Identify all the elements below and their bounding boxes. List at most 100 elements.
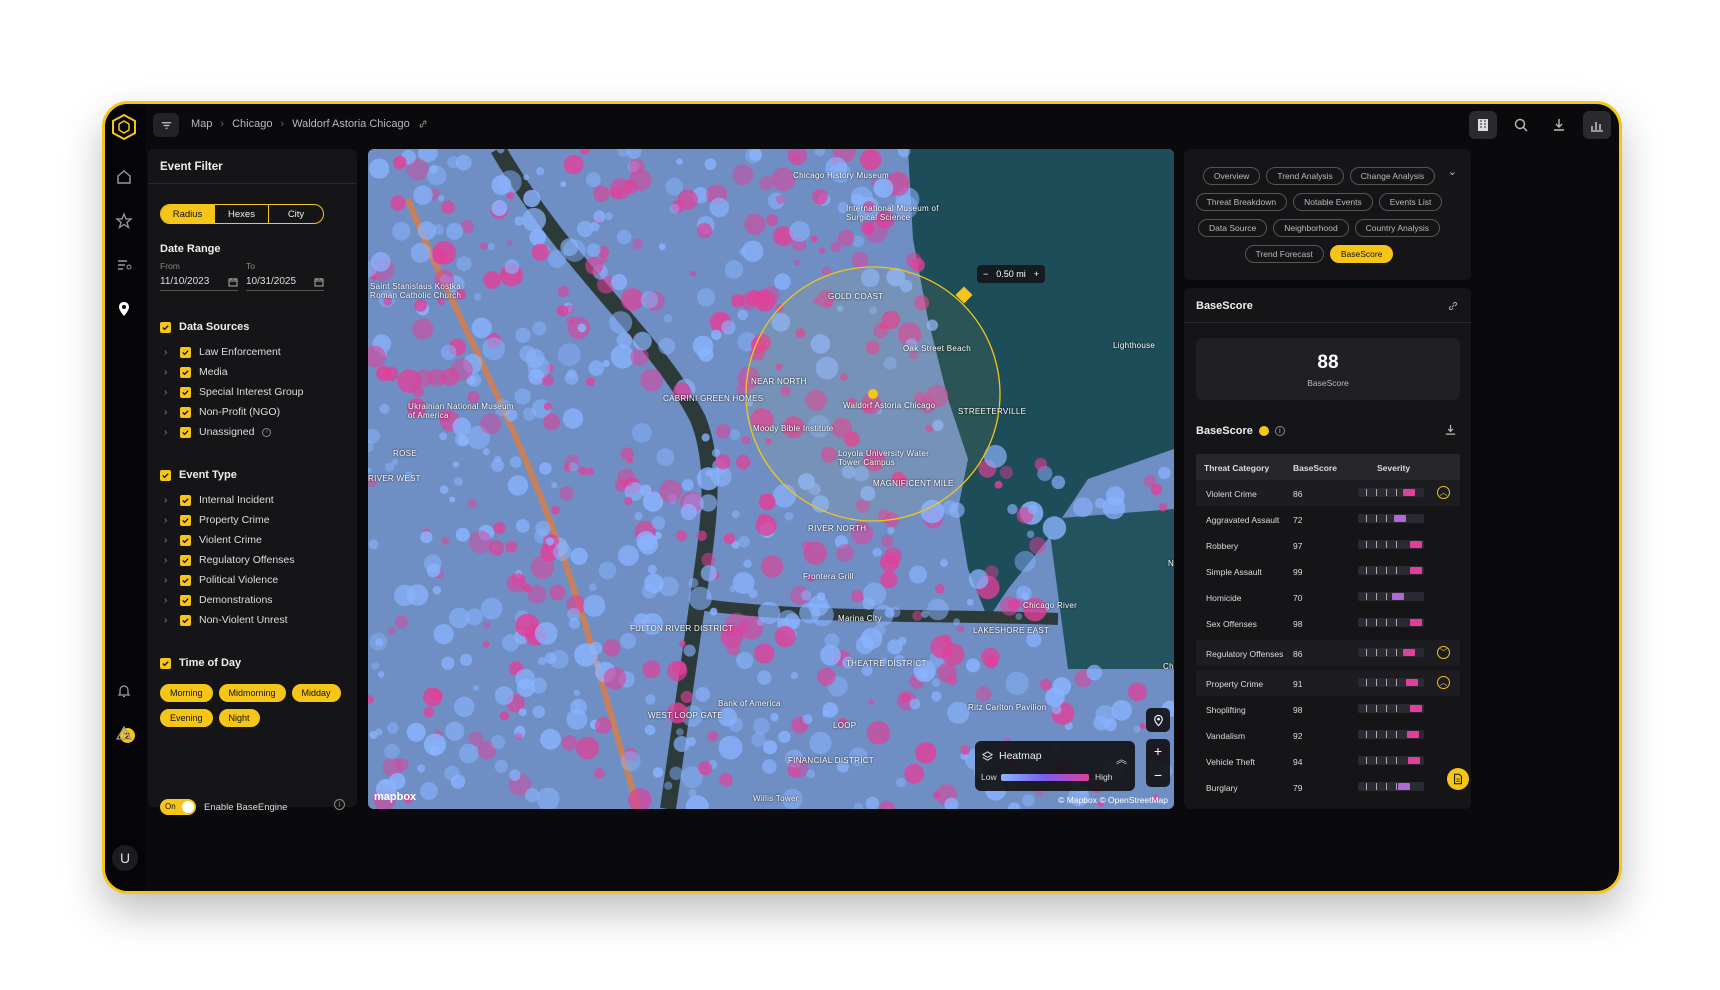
analysis-tab[interactable]: Notable Events [1293,193,1373,211]
map-attribution[interactable]: © Mapbox © OpenStreetMap [1058,795,1168,805]
time-pill[interactable]: Midday [291,684,341,702]
chevron-right-icon[interactable]: › [164,595,172,606]
link-icon[interactable] [418,119,428,129]
time-pill[interactable]: Night [218,709,260,727]
data-sources-group[interactable]: Data Sources [160,321,249,333]
checkbox-checked-icon[interactable] [180,574,191,586]
analysis-tab[interactable]: Country Analysis [1354,219,1440,237]
chevron-right-icon[interactable]: › [164,515,172,526]
chevron-right-icon[interactable]: › [164,367,172,378]
link-icon[interactable] [1447,300,1459,312]
filter-toggle-button[interactable] [153,113,179,137]
analytics-button[interactable] [1583,111,1611,139]
download-button[interactable] [1545,111,1573,139]
chevron-up-icon[interactable]: ︿ [1437,486,1450,499]
analysis-tab[interactable]: Change Analysis [1349,167,1436,185]
filter-option[interactable]: › Non-Profit (NGO) [164,406,280,418]
chevron-right-icon[interactable]: › [164,407,172,418]
from-date-field[interactable]: 11/10/2023 [160,273,238,291]
chevron-right-icon[interactable]: › [164,535,172,546]
col-severity[interactable]: Severity [1377,463,1410,473]
filter-option[interactable]: › Non-Violent Unrest [164,614,288,626]
chevron-right-icon[interactable]: › [164,555,172,566]
checkbox-checked-icon[interactable] [160,657,171,669]
table-row[interactable]: Property Crime 91 ︿ [1196,670,1460,696]
chevron-up-icon[interactable]: ︽ [1116,751,1127,767]
checkbox-checked-icon[interactable] [160,469,171,481]
info-icon[interactable]: i [1274,426,1285,436]
mode-radius[interactable]: Radius [161,205,215,223]
chevron-right-icon[interactable]: › [164,575,172,586]
star-icon[interactable] [113,210,135,232]
filter-option[interactable]: › Demonstrations [164,594,273,606]
filter-option[interactable]: › Special Interest Group [164,386,303,398]
warning-icon[interactable] [113,722,135,744]
mode-hexes[interactable]: Hexes [215,205,269,223]
analysis-tab[interactable]: Threat Breakdown [1195,193,1288,211]
analysis-tab[interactable]: Neighborhood [1273,219,1349,237]
time-pill[interactable]: Morning [160,684,213,702]
analysis-tab[interactable]: Overview [1202,167,1261,185]
calendar-icon[interactable] [228,277,238,287]
calendar-icon[interactable] [314,277,324,287]
report-button[interactable] [1447,768,1469,790]
filter-option[interactable]: › Regulatory Offenses [164,554,295,566]
download-icon[interactable] [1444,423,1457,436]
filter-option[interactable]: › Internal Incident [164,494,274,506]
checkbox-checked-icon[interactable] [180,406,191,418]
info-icon[interactable]: i [334,799,345,810]
zoom-in-button[interactable]: + [1154,743,1162,759]
checkbox-checked-icon[interactable] [180,614,191,626]
checkbox-checked-icon[interactable] [180,386,191,398]
building-view-button[interactable] [1469,111,1497,139]
filter-option[interactable]: › Unassigned i [164,426,272,438]
col-threat-category[interactable]: Threat Category [1204,463,1269,473]
plus-icon[interactable]: + [1034,269,1039,279]
checkbox-checked-icon[interactable] [180,534,191,546]
chevron-right-icon[interactable]: › [164,495,172,506]
col-basescore[interactable]: BaseScore [1293,463,1337,473]
chevron-up-icon[interactable]: ︿ [1437,676,1450,689]
checkbox-checked-icon[interactable] [180,554,191,566]
filter-option[interactable]: › Property Crime [164,514,270,526]
time-of-day-group[interactable]: Time of Day [160,657,241,669]
checkbox-checked-icon[interactable] [160,321,171,333]
chevron-right-icon[interactable]: › [164,387,172,398]
list-filter-icon[interactable] [113,254,135,276]
table-row[interactable]: Regulatory Offenses 86 ﹀ [1196,640,1460,666]
map-view[interactable]: Chicago History Museum International Muse… [368,149,1174,809]
chevron-right-icon[interactable]: › [164,615,172,626]
bell-icon[interactable] [113,680,135,702]
mode-city[interactable]: City [269,205,323,223]
analysis-tab[interactable]: Trend Analysis [1266,167,1344,185]
checkbox-checked-icon[interactable] [180,426,191,438]
breadcrumb-city[interactable]: Chicago [232,118,272,130]
filter-option[interactable]: › Violent Crime [164,534,262,546]
chevron-right-icon[interactable]: › [164,347,172,358]
heatmap-legend[interactable]: Heatmap ︽ Low High [975,741,1135,791]
time-pill[interactable]: Evening [160,709,213,727]
avatar[interactable]: U [112,845,138,871]
filter-option[interactable]: › Law Enforcement [164,346,281,358]
to-date-field[interactable]: 10/31/2025 [246,273,324,291]
filter-option[interactable]: › Political Violence [164,574,278,586]
minus-icon[interactable]: − [983,269,988,279]
map-pin-icon[interactable] [113,298,135,320]
chevron-down-icon[interactable]: ⌄ [1448,165,1457,178]
analysis-tab[interactable]: Data Source [1198,219,1268,237]
zoom-out-button[interactable]: − [1154,767,1162,783]
analysis-tab[interactable]: BaseScore [1329,245,1394,263]
filter-option[interactable]: › Media [164,366,228,378]
analysis-tab[interactable]: Events List [1378,193,1443,211]
locate-button[interactable] [1146,708,1170,732]
home-icon[interactable] [113,166,135,188]
breadcrumb-location[interactable]: Waldorf Astoria Chicago [292,118,410,130]
checkbox-checked-icon[interactable] [180,514,191,526]
analysis-tab[interactable]: Trend Forecast [1244,245,1324,263]
chevron-down-icon[interactable]: ﹀ [1437,646,1450,659]
info-icon[interactable]: i [262,427,272,437]
search-button[interactable] [1507,111,1535,139]
checkbox-checked-icon[interactable] [180,346,191,358]
chevron-right-icon[interactable]: › [164,427,172,438]
app-logo-icon[interactable] [109,112,139,142]
